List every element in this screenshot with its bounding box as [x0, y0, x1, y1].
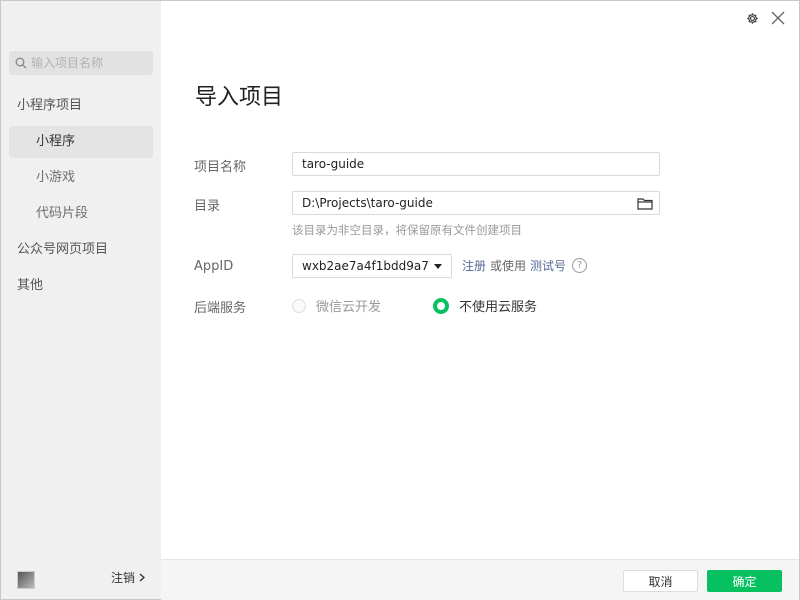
search-input[interactable] [31, 56, 146, 70]
radio-button-unchecked[interactable] [292, 298, 306, 313]
radio-cloud-dev-label: 微信云开发 [316, 300, 382, 315]
directory-hint: 该目录为非空目录，将保留原有文件创建项目 [292, 223, 522, 237]
project-name-input[interactable] [293, 157, 659, 171]
logout-button[interactable]: 注销 [111, 569, 146, 586]
appid-label: AppID [194, 259, 234, 274]
sidebar-item-miniprogram-project[interactable]: 小程序项目 [9, 90, 153, 122]
question-circle-icon[interactable]: ? [572, 258, 588, 273]
import-project-dialog: 小程序项目 小程序 小游戏 代码片段 公众号网页项目 其他 注销 导入项目 项目… [0, 0, 800, 600]
window-controls [746, 11, 785, 25]
or-use-text: 或使用 [490, 259, 527, 273]
logout-label: 注销 [111, 571, 136, 585]
search-box[interactable] [9, 51, 153, 75]
test-account-link[interactable]: 测试号 [530, 257, 566, 274]
sidebar-item-code-snippet[interactable]: 代码片段 [9, 198, 153, 230]
chevron-right-icon [139, 573, 146, 582]
project-name-label: 项目名称 [194, 160, 247, 175]
radio-no-cloud-label: 不使用云服务 [459, 300, 538, 315]
appid-value: wxb2ae7a4f1bdd9a77 [302, 259, 430, 273]
confirm-button[interactable]: 确定 [707, 570, 782, 592]
backend-label: 后端服务 [194, 301, 247, 316]
project-name-field[interactable] [292, 152, 660, 176]
directory-field[interactable] [292, 191, 660, 215]
settings-gear-icon[interactable] [746, 12, 759, 25]
sidebar-item-other[interactable]: 其他 [9, 270, 153, 302]
avatar[interactable] [17, 571, 35, 589]
cancel-button[interactable]: 取消 [623, 570, 698, 592]
sidebar-item-minigame[interactable]: 小游戏 [9, 162, 153, 194]
appid-select[interactable]: wxb2ae7a4f1bdd9a77 [292, 254, 452, 278]
folder-icon[interactable] [637, 197, 653, 210]
appid-links: 注册 或使用 测试号 ? [462, 257, 588, 274]
caret-down-icon [434, 263, 442, 269]
radio-cloud-dev[interactable]: 微信云开发 [292, 296, 381, 315]
close-icon[interactable] [771, 11, 785, 25]
page-title: 导入项目 [195, 85, 284, 110]
search-icon [15, 57, 27, 69]
sidebar-item-miniprogram[interactable]: 小程序 [9, 126, 153, 158]
radio-button-checked[interactable] [433, 297, 449, 314]
sidebar: 小程序项目 小程序 小游戏 代码片段 公众号网页项目 其他 注销 [1, 1, 161, 599]
radio-no-cloud[interactable]: 不使用云服务 [433, 296, 537, 315]
directory-label: 目录 [194, 199, 221, 214]
sidebar-item-official-account-web[interactable]: 公众号网页项目 [9, 234, 153, 266]
directory-input[interactable] [293, 196, 637, 210]
dialog-footer [161, 559, 799, 600]
register-link[interactable]: 注册 [462, 257, 486, 274]
